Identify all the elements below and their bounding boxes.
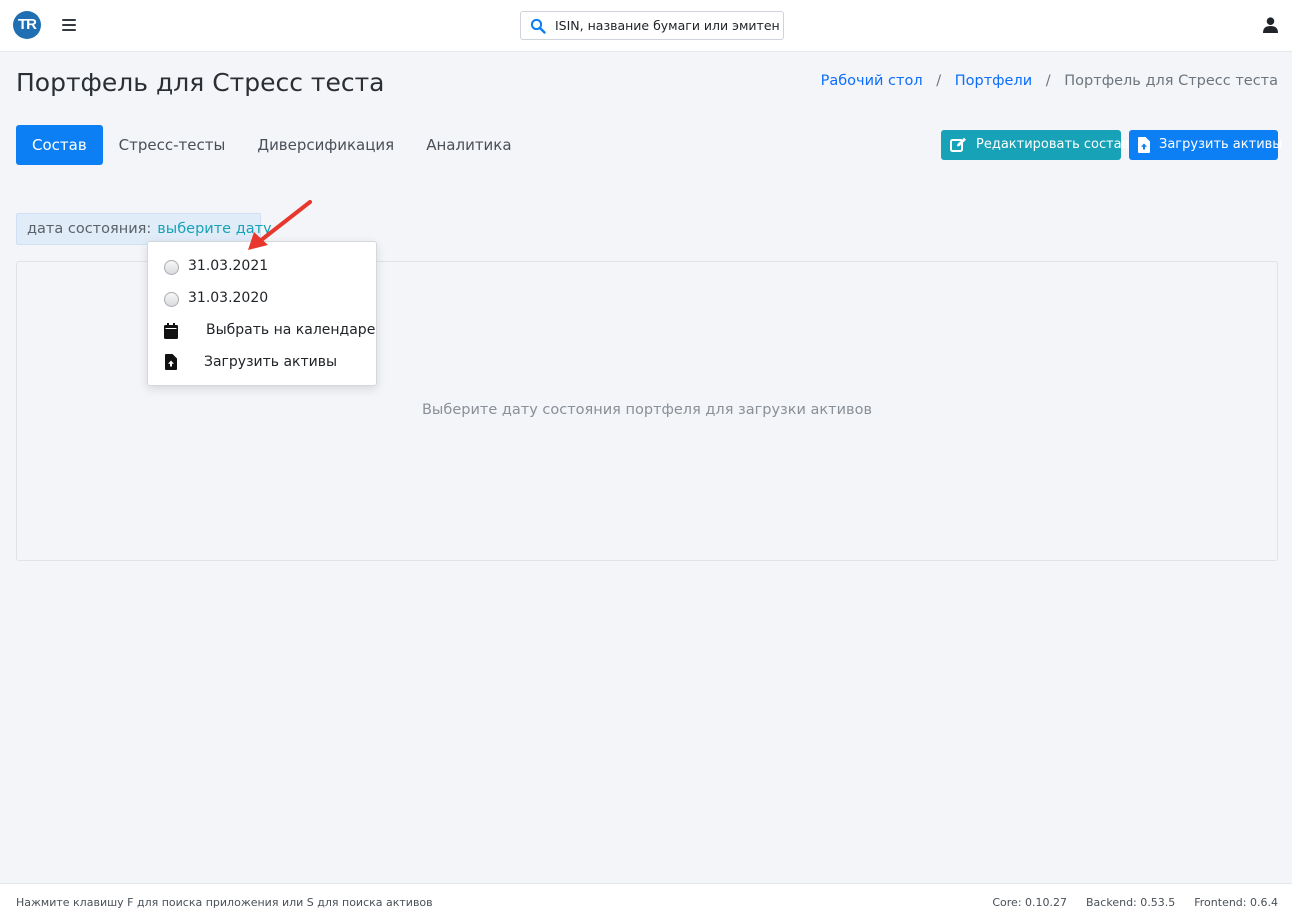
footer-hint: Нажмите клавишу F для поиска приложения … (16, 896, 433, 909)
tabs: Состав Стресс-тесты Диверсификация Анали… (16, 125, 528, 165)
search-box[interactable] (520, 11, 784, 40)
date-state-label: дата состояния: (27, 221, 152, 237)
calendar-icon (164, 323, 178, 339)
file-upload-icon (165, 354, 177, 370)
upload-assets-button[interactable]: Загрузить активы (1129, 130, 1283, 160)
breadcrumb-current: Портфель для Стресс теста (1064, 73, 1278, 89)
footer: Нажмите клавишу F для поиска приложения … (0, 883, 1292, 917)
date-dropdown: 31.03.2021 31.03.2020 Выбрать на календа… (147, 241, 377, 386)
user-icon[interactable] (1263, 17, 1278, 33)
choose-on-calendar-item[interactable]: Выбрать на календаре (148, 316, 376, 346)
app-logo[interactable]: TR (13, 11, 41, 39)
file-upload-icon (1138, 137, 1150, 153)
page-title: Портфель для Стресс теста (16, 68, 385, 97)
version-info: Core: 0.10.27 Backend: 0.53.5 Frontend: … (973, 896, 1278, 909)
date-option[interactable]: 31.03.2021 (148, 252, 376, 282)
edit-icon (950, 137, 966, 152)
frontend-version: Frontend: 0.6.4 (1194, 896, 1278, 909)
tab-analytics[interactable]: Аналитика (410, 125, 527, 165)
edit-composition-button[interactable]: Редактировать состав (941, 130, 1129, 160)
red-arrow-annotation (248, 200, 312, 250)
radio-button[interactable] (164, 260, 179, 275)
backend-version: Backend: 0.53.5 (1086, 896, 1176, 909)
tab-composition[interactable]: Состав (16, 125, 103, 165)
upload-assets-label: Загрузить активы (1159, 137, 1283, 152)
tab-diversification[interactable]: Диверсификация (241, 125, 410, 165)
date-option[interactable]: 31.03.2020 (148, 284, 376, 314)
top-navbar: TR (0, 0, 1292, 52)
upload-assets-item[interactable]: Загрузить активы (148, 348, 376, 378)
menu-icon[interactable] (62, 19, 76, 31)
breadcrumb-separator: / (936, 73, 942, 89)
upload-assets-item-label: Загрузить активы (204, 354, 338, 370)
search-input[interactable] (555, 14, 780, 37)
core-version: Core: 0.10.27 (992, 896, 1068, 909)
breadcrumb: Рабочий стол / Портфели / Портфель для С… (821, 73, 1278, 89)
breadcrumb-separator: / (1045, 73, 1051, 89)
breadcrumb-desktop[interactable]: Рабочий стол (821, 73, 923, 89)
date-option-label: 31.03.2021 (188, 258, 269, 274)
tab-stress-tests[interactable]: Стресс-тесты (103, 125, 242, 165)
breadcrumb-portfolios[interactable]: Портфели (955, 73, 1032, 89)
choose-on-calendar-label: Выбрать на календаре (206, 322, 376, 338)
empty-state-message: Выберите дату состояния портфеля для заг… (421, 402, 873, 418)
search-icon (530, 18, 546, 34)
date-option-label: 31.03.2020 (188, 290, 269, 306)
edit-composition-label: Редактировать состав (976, 137, 1130, 152)
radio-button[interactable] (164, 292, 179, 307)
